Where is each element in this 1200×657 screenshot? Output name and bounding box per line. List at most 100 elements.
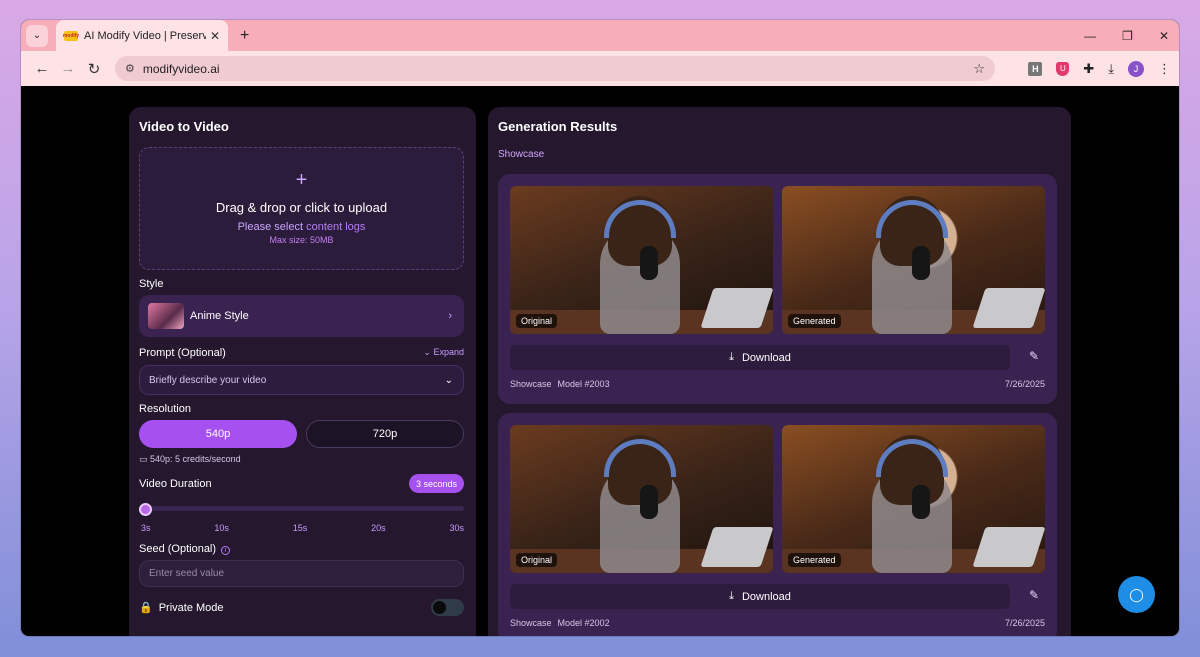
lock-icon: 🔒 bbox=[139, 602, 153, 614]
result-meta: Showcase Model #2002 bbox=[510, 618, 616, 628]
generated-label: Generated bbox=[788, 553, 841, 567]
restore-icon[interactable]: ❐ bbox=[1122, 29, 1133, 43]
seed-label: Seed (Optional) bbox=[139, 543, 217, 555]
result-meta: Showcase Model #2003 bbox=[510, 379, 616, 389]
duration-ticks: 3s 10s 15s 20s 30s bbox=[141, 523, 464, 533]
results-title: Generation Results bbox=[498, 119, 618, 134]
panel-title: Video to Video bbox=[139, 119, 229, 134]
chevron-down-icon: ⌄ bbox=[444, 374, 453, 386]
result-date: 7/26/2025 bbox=[1004, 379, 1045, 389]
upload-sub-text: Please select content logs bbox=[140, 221, 463, 233]
duration-label: Video Duration bbox=[139, 478, 212, 490]
extensions-puzzle-icon[interactable]: ✚ bbox=[1083, 61, 1094, 77]
video-to-video-panel: Video to Video + Drag & drop or click to… bbox=[129, 107, 476, 636]
browser-toolbar: ← → ↻ ⚙ modifyvideo.ai ☆ H U ✚ ⤓ J ⋮ bbox=[21, 51, 1179, 86]
tick-label: 15s bbox=[292, 523, 308, 533]
resolution-540p-button[interactable]: 540p bbox=[139, 420, 297, 448]
downloads-icon[interactable]: ⤓ bbox=[1108, 61, 1114, 77]
url-text: modifyvideo.ai bbox=[142, 61, 220, 76]
original-video-thumbnail[interactable]: Original bbox=[510, 186, 773, 334]
prompt-placeholder: Briefly describe your video bbox=[149, 374, 267, 386]
upload-sub-prefix: Please select bbox=[237, 221, 307, 233]
prompt-dropdown[interactable]: Briefly describe your video ⌄ bbox=[139, 365, 464, 395]
toggle-knob bbox=[433, 601, 446, 614]
back-icon[interactable]: ← bbox=[29, 60, 55, 77]
upload-plus-icon: + bbox=[295, 169, 308, 191]
content-logs-link[interactable]: content logs bbox=[306, 221, 365, 233]
tick-label: 3s bbox=[141, 523, 151, 533]
private-mode-row: 🔒 Private Mode bbox=[139, 601, 224, 615]
original-video-thumbnail[interactable]: Original bbox=[510, 425, 773, 573]
active-tab[interactable]: modify AI Modify Video | Preserve Mot ✕ bbox=[56, 20, 228, 51]
address-bar[interactable]: ⚙ modifyvideo.ai ☆ bbox=[115, 56, 995, 81]
browser-window: ⌄ modify AI Modify Video | Preserve Mot … bbox=[21, 20, 1179, 636]
generated-video-thumbnail[interactable]: Generated bbox=[782, 186, 1045, 334]
extension-shield-icon[interactable]: U bbox=[1056, 61, 1070, 76]
chat-support-button[interactable]: ◯ bbox=[1118, 576, 1155, 613]
tab-bar: ⌄ modify AI Modify Video | Preserve Mot … bbox=[21, 20, 1179, 51]
tick-label: 20s bbox=[371, 523, 386, 533]
info-icon[interactable]: i bbox=[221, 546, 231, 555]
tick-label: 30s bbox=[449, 523, 464, 533]
result-tag: Showcase bbox=[510, 379, 552, 389]
resolution-720p-button[interactable]: 720p bbox=[306, 420, 464, 448]
style-selector[interactable]: Anime Style › bbox=[139, 295, 464, 337]
extension-h-icon[interactable]: H bbox=[1028, 61, 1043, 76]
tab-close-icon[interactable]: ✕ bbox=[210, 29, 220, 43]
resolution-label: Resolution bbox=[139, 403, 191, 415]
tab-search-button[interactable]: ⌄ bbox=[26, 24, 48, 47]
reload-icon[interactable]: ↻ bbox=[81, 60, 107, 78]
profile-avatar[interactable]: J bbox=[1128, 60, 1144, 77]
private-mode-toggle[interactable] bbox=[431, 599, 464, 616]
expand-toggle[interactable]: ⌄ Expand bbox=[423, 347, 464, 358]
chevron-right-icon: › bbox=[448, 310, 452, 322]
duration-badge: 3 seconds bbox=[408, 474, 464, 493]
result-date: 7/26/2025 bbox=[1004, 618, 1045, 628]
duration-slider-thumb[interactable] bbox=[139, 503, 152, 516]
seed-label-row: Seed (Optional) i bbox=[139, 543, 231, 555]
tab-title: AI Modify Video | Preserve Mot bbox=[84, 29, 206, 42]
generated-label: Generated bbox=[788, 314, 841, 328]
generation-results-panel: Generation Results Showcase Original Gen… bbox=[488, 107, 1071, 636]
credit-text: 540p: 5 credits/second bbox=[150, 454, 241, 464]
result-tag: Showcase bbox=[510, 618, 552, 628]
result-card: Original Generated ⤓ Download ✎ Showcase… bbox=[498, 413, 1057, 636]
original-label: Original bbox=[516, 314, 558, 328]
download-icon: ⤓ bbox=[729, 351, 734, 363]
upload-dropzone[interactable]: + Drag & drop or click to upload Please … bbox=[139, 147, 464, 270]
tab-showcase[interactable]: Showcase bbox=[498, 149, 544, 160]
style-name: Anime Style bbox=[190, 310, 249, 322]
bookmark-star-icon[interactable]: ☆ bbox=[973, 61, 985, 77]
download-label: Download bbox=[741, 351, 791, 364]
upload-instructions: Drag & drop or click to upload bbox=[215, 200, 388, 215]
result-card: Original Generated ⤓ Download ✎ Showcase… bbox=[498, 174, 1057, 404]
download-button[interactable]: ⤓ Download bbox=[510, 584, 1010, 609]
seed-input[interactable] bbox=[139, 560, 464, 587]
private-mode-label: Private Mode bbox=[158, 601, 224, 614]
forward-icon[interactable]: → bbox=[55, 60, 81, 77]
result-model: Model #2003 bbox=[557, 379, 610, 389]
site-info-icon[interactable]: ⚙ bbox=[125, 62, 135, 75]
favicon-icon: modify bbox=[62, 30, 80, 41]
extensions-area: H U ✚ ⤓ J ⋮ bbox=[1028, 51, 1171, 86]
magic-wand-icon[interactable]: ✎ bbox=[1029, 349, 1039, 363]
generated-video-thumbnail[interactable]: Generated bbox=[782, 425, 1045, 573]
close-window-icon[interactable]: ✕ bbox=[1159, 29, 1169, 43]
download-button[interactable]: ⤓ Download bbox=[510, 345, 1010, 370]
browser-menu-icon[interactable]: ⋮ bbox=[1158, 61, 1171, 77]
download-icon: ⤓ bbox=[729, 590, 734, 602]
chat-bubble-icon: ◯ bbox=[1129, 586, 1144, 602]
magic-wand-icon[interactable]: ✎ bbox=[1029, 588, 1039, 602]
duration-slider-track[interactable] bbox=[139, 506, 464, 511]
window-controls: — ❐ ✕ bbox=[1084, 20, 1169, 51]
upload-max-size: Max size: 50MB bbox=[269, 235, 334, 245]
expand-label: Expand bbox=[433, 347, 464, 357]
card-icon: ▭ bbox=[139, 454, 148, 464]
minimize-icon[interactable]: — bbox=[1084, 29, 1096, 43]
style-thumbnail bbox=[148, 303, 184, 329]
original-label: Original bbox=[516, 553, 558, 567]
new-tab-button[interactable]: + bbox=[240, 27, 249, 45]
result-model: Model #2002 bbox=[557, 618, 610, 628]
page-content: Video to Video + Drag & drop or click to… bbox=[21, 86, 1179, 636]
credit-info: ▭ 540p: 5 credits/second bbox=[139, 454, 241, 465]
